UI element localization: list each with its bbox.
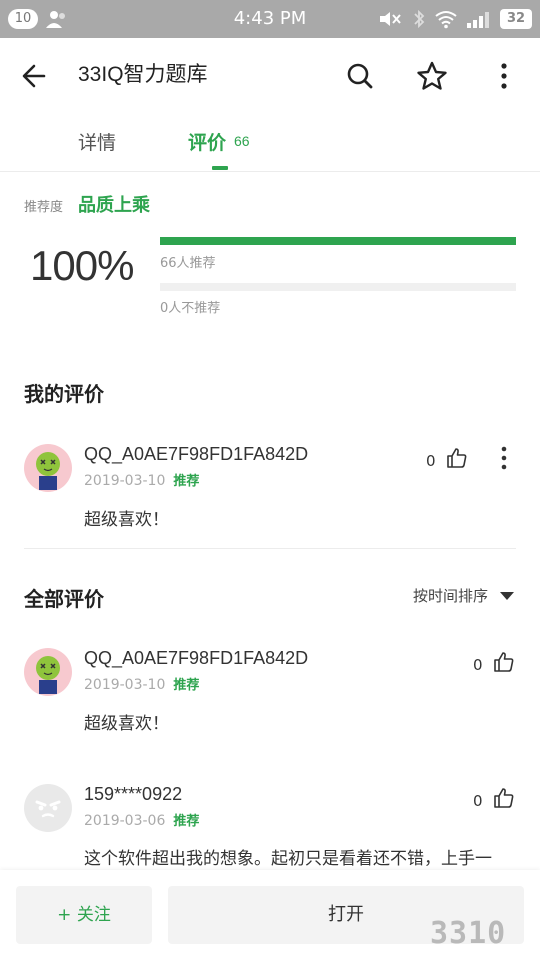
rating-label: 推荐度	[24, 200, 64, 215]
rating-quality: 品质上乘	[78, 195, 150, 216]
thumbs-up-icon[interactable]	[445, 446, 469, 470]
divider	[24, 548, 516, 549]
avatar	[24, 648, 72, 696]
review-item: 159****0922 2019-03-06 推荐 0 这个软件超出我的想象。起初…	[0, 784, 540, 870]
review-author: QQ_A0AE7F98FD1FA842D	[84, 648, 309, 668]
review-text: 超级喜欢！	[84, 510, 169, 530]
review-more-icon[interactable]	[494, 444, 514, 472]
avatar	[24, 444, 72, 492]
like-count: 0	[473, 656, 483, 674]
active-tab-indicator	[212, 166, 228, 170]
status-bar: 10 4:43 PM 32	[0, 0, 540, 38]
review-date: 2019-03-10	[84, 473, 166, 489]
my-review-item: QQ_A0AE7F98FD1FA842D 2019-03-10 推荐 0 超级喜欢…	[0, 444, 540, 544]
sort-label: 按时间排序	[412, 587, 488, 605]
recommend-count: 66人推荐	[160, 256, 216, 271]
review-meta: 2019-03-10 推荐	[84, 674, 199, 693]
avatar	[24, 784, 72, 832]
search-icon[interactable]	[340, 56, 380, 96]
review-item: QQ_A0AE7F98FD1FA842D 2019-03-10 推荐 0 超级喜欢…	[0, 648, 540, 748]
review-date: 2019-03-10	[84, 677, 166, 693]
star-icon[interactable]	[412, 56, 452, 96]
review-text: 超级喜欢！	[84, 714, 169, 734]
review-author: QQ_A0AE7F98FD1FA842D	[84, 444, 309, 464]
tab-reviews[interactable]: 评价 66	[188, 128, 250, 155]
not-recommend-bar	[160, 283, 516, 291]
not-recommend-count: 0人不推荐	[160, 301, 221, 316]
tab-details[interactable]: 详情	[78, 128, 116, 155]
battery-indicator: 32	[500, 9, 532, 29]
mute-icon	[380, 12, 401, 26]
follow-button[interactable]: + 关注	[16, 886, 152, 944]
back-arrow-icon[interactable]	[16, 56, 56, 96]
recommend-bar-fill	[160, 237, 516, 245]
all-reviews-heading: 全部评价	[24, 587, 104, 611]
review-tag: 推荐	[173, 474, 200, 489]
thumbs-up-icon[interactable]	[492, 650, 516, 674]
like-count: 0	[473, 792, 483, 810]
review-meta: 2019-03-10 推荐	[84, 470, 199, 489]
review-date: 2019-03-06	[84, 813, 166, 829]
tab-reviews-label: 评价	[188, 133, 227, 154]
review-text: 这个软件超出我的想象。起初只是看着还不错，上手一	[84, 849, 492, 869]
review-meta: 2019-03-06 推荐	[84, 810, 199, 829]
page-title: 33IQ智力题库	[78, 63, 208, 86]
review-tag: 推荐	[173, 814, 200, 829]
signal-icon	[467, 12, 489, 28]
my-review-heading: 我的评价	[24, 382, 104, 406]
watermark-logo: 3310	[430, 916, 507, 951]
tab-bar: 详情 评价 66	[0, 112, 540, 172]
wifi-icon	[435, 11, 457, 29]
tab-reviews-count: 66	[234, 133, 250, 149]
thumbs-up-icon[interactable]	[492, 786, 516, 810]
review-author: 159****0922	[84, 784, 183, 804]
bluetooth-icon	[414, 9, 425, 29]
sort-dropdown[interactable]: 按时间排序	[413, 585, 514, 606]
rating-percent: 100%	[30, 242, 134, 289]
app-bar: 33IQ智力题库	[0, 38, 540, 112]
like-count: 0	[426, 452, 436, 470]
sort-dropdown-icon	[500, 591, 514, 600]
recommend-bar	[160, 237, 516, 245]
review-tag: 推荐	[173, 678, 200, 693]
more-vert-icon[interactable]	[486, 56, 522, 96]
